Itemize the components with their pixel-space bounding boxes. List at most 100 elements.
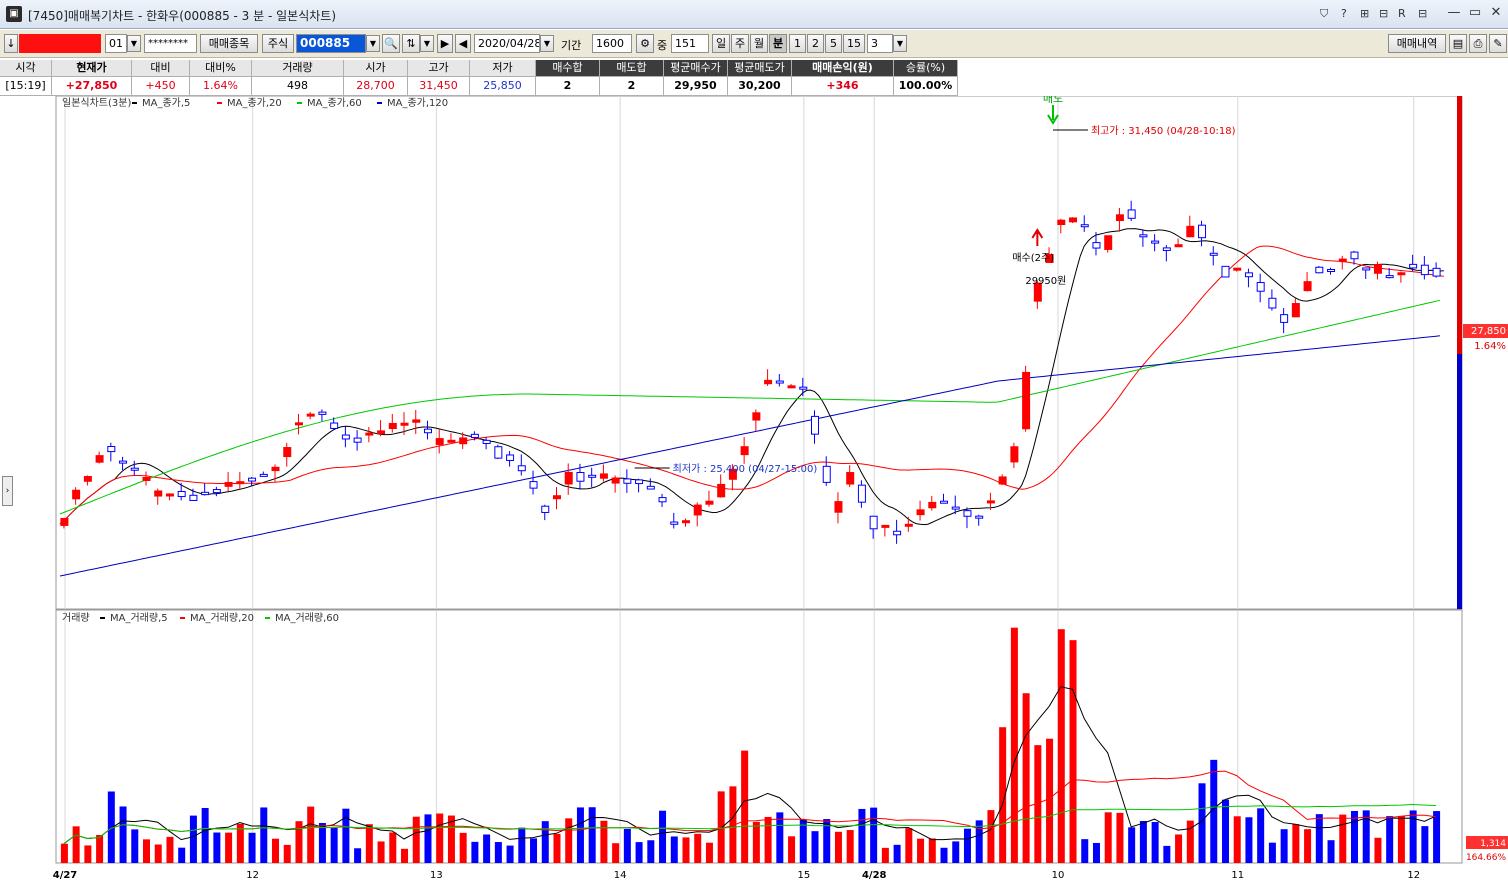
volume-bar xyxy=(1057,629,1065,863)
play-icon[interactable]: ▶ xyxy=(437,34,453,53)
restore-icon[interactable]: ⊟ xyxy=(1418,7,1427,20)
volume-bar xyxy=(1292,824,1300,863)
candle-body xyxy=(822,465,831,483)
sort-icon[interactable]: ⇅ xyxy=(402,34,420,53)
trade-items-button[interactable]: 매매종목 xyxy=(200,34,258,53)
period-day-button[interactable]: 일 xyxy=(712,34,730,53)
volume-bar xyxy=(553,833,561,863)
maximize-icon[interactable]: ▭ xyxy=(1464,3,1486,23)
trade-history-button[interactable]: 매매내역 xyxy=(1388,34,1446,53)
custom-period-field[interactable]: 3 xyxy=(867,34,893,53)
period-2-button[interactable]: 2 xyxy=(807,34,824,53)
volume-bar xyxy=(670,836,678,863)
account-suffix-field[interactable]: 01 xyxy=(105,34,127,53)
volume-bar xyxy=(799,819,807,863)
candle-body xyxy=(834,501,843,513)
candle-body xyxy=(236,481,245,485)
candle-body xyxy=(1291,303,1300,318)
volume-bar xyxy=(178,847,186,863)
market-type-button[interactable]: 주식 xyxy=(262,34,294,53)
volume-bar xyxy=(483,834,491,863)
link-icon[interactable]: ⊟ xyxy=(1379,7,1388,20)
candle-body xyxy=(764,379,773,385)
candle-body xyxy=(482,439,491,444)
volume-tag-label: 1,314 xyxy=(1480,839,1506,849)
header-pnl: 매매손익(원) xyxy=(792,60,894,77)
volume-bar xyxy=(1092,842,1100,863)
close-icon[interactable]: ✕ xyxy=(1485,3,1507,23)
period-15-button[interactable]: 15 xyxy=(843,34,865,53)
help-icon[interactable]: ? xyxy=(1341,7,1347,20)
volume-bar xyxy=(1257,808,1265,863)
sort-dropdown-icon[interactable]: ▼ xyxy=(420,35,434,52)
layout-icon[interactable]: ⊞ xyxy=(1360,7,1369,20)
period-1-button[interactable]: 1 xyxy=(789,34,806,53)
volume-bar xyxy=(189,815,197,863)
minimize-icon[interactable]: — xyxy=(1443,3,1465,23)
stock-code-dropdown-icon[interactable]: ▼ xyxy=(366,35,380,52)
candlestick-chart[interactable]: 최고가 : 31,450 (04/28-10:18) 최저가 : 25,400 (… xyxy=(0,96,1508,881)
volume-bar xyxy=(811,831,819,863)
value-open: 28,700 xyxy=(344,77,408,96)
date-dropdown-icon[interactable]: ▼ xyxy=(540,35,554,52)
volume-bar xyxy=(694,833,702,863)
settings-icon[interactable]: ⚙ xyxy=(636,34,654,53)
volume-bar xyxy=(143,839,151,863)
pin-icon[interactable]: ⛉ xyxy=(1320,7,1328,21)
period-5-button[interactable]: 5 xyxy=(825,34,842,53)
volume-bar xyxy=(1327,840,1335,863)
candle-body xyxy=(799,386,808,390)
folder-icon[interactable]: ▤ xyxy=(1449,34,1467,53)
date-field[interactable]: 2020/04/28 xyxy=(474,34,540,53)
search-icon[interactable]: 🔍 xyxy=(382,34,400,53)
volume-bar xyxy=(60,843,68,863)
back-icon[interactable]: ◀ xyxy=(455,34,471,53)
print-icon[interactable]: ⎙ xyxy=(1469,34,1487,53)
volume-bar xyxy=(1010,627,1018,863)
candle-body xyxy=(259,473,268,477)
candle-body xyxy=(271,466,280,472)
volume-bar xyxy=(1315,814,1323,863)
volume-bar xyxy=(518,827,526,863)
volume-bar xyxy=(846,830,854,863)
volume-bar xyxy=(1350,810,1358,863)
low-annotation-label: 최저가 : 25,400 (04/27-15:00) xyxy=(673,463,818,475)
account-dropdown-icon[interactable]: ▼ xyxy=(127,35,141,52)
period-week-button[interactable]: 주 xyxy=(731,34,749,53)
volume-bar xyxy=(436,813,444,863)
account-number-field[interactable] xyxy=(19,34,101,53)
legend-swatch xyxy=(297,102,302,104)
period-field[interactable]: 1600 xyxy=(592,34,632,53)
volume-bar xyxy=(401,848,409,863)
r-icon[interactable]: R xyxy=(1398,7,1406,20)
stock-code-input[interactable]: 000885 xyxy=(296,34,366,53)
period-month-button[interactable]: 월 xyxy=(750,34,768,53)
candle-body xyxy=(811,415,820,435)
candle-body xyxy=(470,433,479,438)
candle-body xyxy=(1127,209,1136,219)
candle-body xyxy=(201,491,210,496)
candle-body xyxy=(423,428,432,434)
sort-arrow-button[interactable]: ↓ xyxy=(4,34,18,53)
custom-period-dropdown-icon[interactable]: ▼ xyxy=(893,35,907,52)
candle-body xyxy=(119,460,128,464)
period-label: 기간 xyxy=(561,39,582,52)
candle-body xyxy=(752,412,761,421)
value-avg-sell: 30,200 xyxy=(728,77,792,96)
price-legend-item: MA_종가,120 xyxy=(387,97,448,109)
volume-bar xyxy=(248,832,256,863)
tool-icon[interactable]: ✎ xyxy=(1489,34,1507,53)
candle-body xyxy=(951,506,960,510)
compress-field[interactable]: 151 xyxy=(671,34,709,53)
candle-body xyxy=(341,434,350,440)
header-time: 시각 xyxy=(0,60,52,77)
price-legend-item: MA_종가,5 xyxy=(142,97,190,109)
candle-body xyxy=(1362,267,1371,271)
period-minute-button[interactable]: 분 xyxy=(769,34,787,53)
password-field[interactable]: ******** xyxy=(144,34,197,53)
volume-bar xyxy=(705,842,713,863)
candle-body xyxy=(869,515,878,530)
volume-bar xyxy=(1374,837,1382,863)
volume-bar xyxy=(717,791,725,863)
candle-body xyxy=(552,495,561,500)
